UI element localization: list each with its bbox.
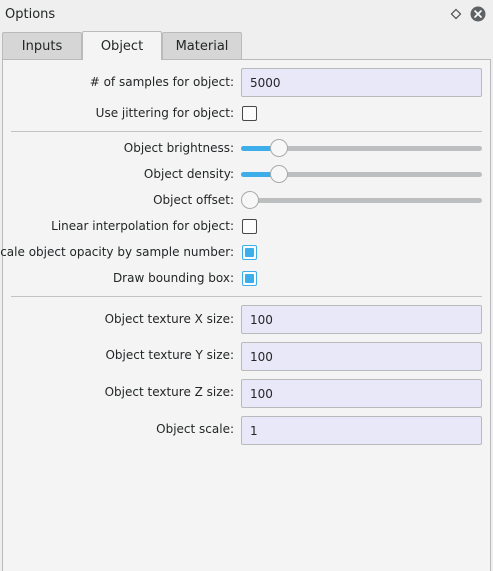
slider-groove — [241, 198, 482, 203]
scale-input[interactable] — [241, 416, 482, 445]
offset-slider[interactable] — [241, 190, 482, 210]
scale-opacity-label: Scale object opacity by sample number: — [0, 245, 234, 259]
bounding-box-checkbox[interactable] — [242, 271, 257, 286]
linear-interp-checkbox[interactable] — [242, 219, 257, 234]
bounding-box-label: Draw bounding box: — [112, 271, 234, 285]
texture-y-input[interactable] — [241, 342, 482, 371]
window-title: Options — [5, 7, 56, 22]
tab-material[interactable]: Material — [162, 32, 242, 59]
samples-label: # of samples for object: — [89, 75, 234, 89]
tab-object-label: Object — [100, 38, 144, 54]
density-slider[interactable] — [241, 164, 482, 184]
texture-z-label: Object texture Z size: — [104, 385, 234, 399]
separator — [11, 296, 482, 297]
tab-inputs[interactable]: Inputs — [2, 32, 82, 59]
jittering-label: Use jittering for object: — [95, 106, 234, 120]
brightness-label: Object brightness: — [123, 141, 234, 155]
density-label: Object density: — [143, 167, 234, 181]
linear-interp-label: Linear interpolation for object: — [51, 219, 234, 233]
tab-inputs-label: Inputs — [21, 38, 63, 54]
scale-opacity-checkbox[interactable] — [242, 245, 257, 260]
samples-input[interactable] — [241, 68, 482, 97]
tab-bar: Inputs Object Material — [2, 31, 492, 60]
slider-handle[interactable] — [269, 139, 288, 157]
title-bar: Options — [0, 0, 493, 30]
scale-label: Object scale: — [156, 422, 234, 436]
brightness-slider[interactable] — [241, 138, 482, 158]
float-icon[interactable] — [450, 8, 462, 20]
slider-handle[interactable] — [241, 191, 259, 209]
texture-z-input[interactable] — [241, 379, 482, 408]
tab-object[interactable]: Object — [82, 31, 162, 60]
slider-handle[interactable] — [269, 165, 288, 183]
offset-label: Object offset: — [153, 193, 234, 207]
tab-material-label: Material — [175, 38, 229, 54]
texture-x-label: Object texture X size: — [104, 312, 234, 326]
close-icon[interactable] — [470, 6, 486, 22]
jittering-checkbox[interactable] — [242, 106, 257, 121]
texture-y-label: Object texture Y size: — [105, 348, 234, 362]
texture-x-input[interactable] — [241, 305, 482, 334]
separator — [11, 131, 482, 132]
